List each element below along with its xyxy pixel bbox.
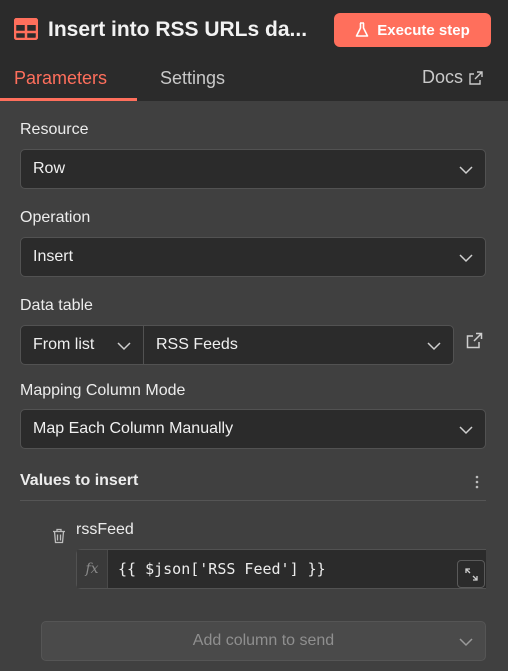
operation-label: Operation — [20, 209, 91, 226]
more-options-icon[interactable] — [472, 474, 482, 490]
chevron-down-icon — [459, 638, 473, 647]
chevron-down-icon — [459, 166, 473, 175]
operation-value: Insert — [33, 248, 74, 265]
mapping-mode-select[interactable]: Map Each Column Manually — [20, 409, 486, 449]
external-link-icon — [469, 70, 483, 85]
expression-input[interactable]: fx {{ $json['RSS Feed'] }} — [76, 549, 486, 589]
flask-icon — [355, 22, 369, 37]
chevron-down-icon — [427, 342, 441, 351]
docs-label: Docs — [422, 67, 464, 87]
execute-step-button[interactable]: Execute step — [334, 13, 491, 47]
table-icon — [14, 18, 38, 40]
data-table-value: RSS Feeds — [156, 336, 238, 353]
open-data-table-icon[interactable] — [466, 332, 483, 349]
data-table-mode-select[interactable]: From list — [20, 325, 144, 365]
resource-select[interactable]: Row — [20, 149, 486, 189]
values-to-insert-title: Values to insert — [20, 472, 139, 489]
tab-settings[interactable]: Settings — [160, 66, 225, 90]
tab-parameters[interactable]: Parameters — [14, 66, 107, 90]
data-table-mode-value: From list — [33, 336, 95, 353]
add-column-label: Add column to send — [192, 632, 335, 649]
add-column-select[interactable]: Add column to send — [41, 621, 486, 661]
expand-expression-button[interactable] — [457, 560, 485, 588]
column-name: rssFeed — [76, 521, 134, 538]
fx-icon: fx — [77, 550, 108, 588]
operation-select[interactable]: Insert — [20, 237, 486, 277]
data-table-label: Data table — [20, 297, 93, 314]
resource-value: Row — [33, 160, 66, 177]
trash-icon[interactable] — [52, 528, 66, 544]
mapping-mode-label: Mapping Column Mode — [20, 382, 186, 399]
active-tab-indicator — [0, 98, 137, 101]
execute-step-label: Execute step — [377, 21, 470, 39]
chevron-down-icon — [459, 254, 473, 263]
chevron-down-icon — [117, 342, 131, 351]
docs-link[interactable]: Docs — [422, 67, 483, 88]
mapping-mode-value: Map Each Column Manually — [33, 420, 234, 437]
expand-icon — [464, 567, 478, 581]
node-title[interactable]: Insert into RSS URLs da... — [48, 14, 320, 46]
resource-label: Resource — [20, 121, 89, 138]
expression-value: {{ $json['RSS Feed'] }} — [118, 560, 326, 578]
node-header: Insert into RSS URLs da... Execute step … — [0, 0, 508, 101]
chevron-down-icon — [459, 426, 473, 435]
data-table-select[interactable]: RSS Feeds — [143, 325, 454, 365]
section-divider — [20, 500, 486, 501]
